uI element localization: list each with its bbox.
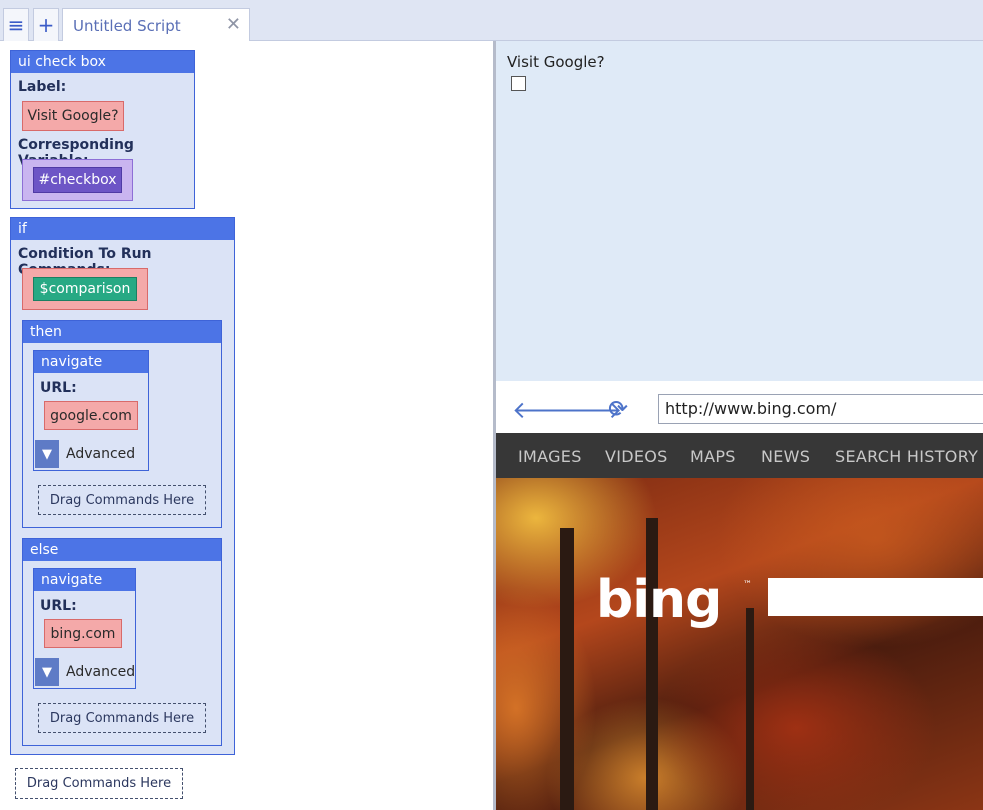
- block-header[interactable]: then: [23, 321, 221, 343]
- drop-zone[interactable]: Drag Commands Here: [38, 703, 206, 733]
- menu-button[interactable]: ≡: [3, 8, 29, 41]
- navigate-block[interactable]: navigate URL: bing.com ▼ Advanced: [33, 568, 136, 689]
- navigate-block[interactable]: navigate URL: google.com ▼ Advanced: [33, 350, 149, 471]
- label-value-field[interactable]: Visit Google?: [22, 101, 124, 131]
- bing-nav-maps[interactable]: MAPS: [690, 447, 736, 466]
- bing-logo: bing: [596, 570, 722, 630]
- url-caption: URL:: [40, 380, 77, 396]
- preview-checkbox[interactable]: [511, 76, 526, 91]
- bing-nav-bar: IMAGES VIDEOS MAPS NEWS SEARCH HISTORY: [496, 433, 983, 478]
- label-caption: Label:: [18, 79, 67, 95]
- else-block[interactable]: else navigate URL: bing.com ▼ Advanced D…: [22, 538, 222, 746]
- new-tab-button[interactable]: +: [33, 8, 59, 41]
- plus-icon: +: [37, 13, 55, 37]
- tab-title: Untitled Script: [73, 17, 181, 35]
- chevron-down-icon: ▼: [42, 446, 52, 462]
- arch-post: [646, 518, 658, 810]
- bing-background-image: bing ™: [496, 478, 983, 810]
- embedded-browser: 🡐 🡒 ⟳ http://www.bing.com/ IMAGES VIDEOS…: [496, 381, 983, 810]
- bing-nav-videos[interactable]: VIDEOS: [605, 447, 668, 466]
- block-header[interactable]: navigate: [34, 351, 148, 373]
- preview-checkbox-label: Visit Google?: [507, 53, 605, 71]
- url-value-field[interactable]: google.com: [44, 401, 138, 430]
- block-header[interactable]: else: [23, 539, 221, 561]
- advanced-label[interactable]: Advanced: [66, 664, 135, 680]
- bing-logo-tm: ™: [743, 580, 752, 590]
- refresh-icon[interactable]: ⟳: [608, 395, 628, 423]
- condition-slot[interactable]: $comparison: [22, 268, 148, 310]
- advanced-toggle[interactable]: ▼: [35, 658, 59, 686]
- variable-slot[interactable]: #checkbox: [22, 159, 133, 201]
- if-block[interactable]: if Condition To Run Commands: $compariso…: [10, 217, 235, 755]
- block-header[interactable]: navigate: [34, 569, 135, 591]
- bing-nav-images[interactable]: IMAGES: [518, 447, 582, 466]
- tab-untitled-script[interactable]: Untitled Script ✕: [62, 8, 250, 42]
- url-caption: URL:: [40, 598, 77, 614]
- drop-zone[interactable]: Drag Commands Here: [38, 485, 206, 515]
- root-drop-zone[interactable]: Drag Commands Here: [15, 768, 183, 799]
- tab-bar: ≡ + Untitled Script ✕: [0, 0, 983, 42]
- address-bar[interactable]: http://www.bing.com/: [658, 394, 983, 424]
- ui-check-box-block[interactable]: ui check box Label: Visit Google? Corres…: [10, 50, 195, 209]
- block-header[interactable]: if: [11, 218, 234, 240]
- bing-nav-search-history[interactable]: SEARCH HISTORY: [835, 447, 978, 466]
- hamburger-icon: ≡: [7, 13, 25, 37]
- block-header[interactable]: ui check box: [11, 51, 194, 73]
- variable-chip[interactable]: #checkbox: [33, 167, 122, 193]
- close-icon[interactable]: ✕: [226, 14, 241, 35]
- ui-preview: Visit Google?: [496, 41, 983, 381]
- url-value-field[interactable]: bing.com: [44, 619, 122, 648]
- bing-nav-news[interactable]: NEWS: [761, 447, 810, 466]
- script-editor: ui check box Label: Visit Google? Corres…: [0, 41, 494, 810]
- chevron-down-icon: ▼: [42, 664, 52, 680]
- comparison-chip[interactable]: $comparison: [33, 277, 137, 301]
- advanced-toggle[interactable]: ▼: [35, 440, 59, 468]
- then-block[interactable]: then navigate URL: google.com ▼ Advanced…: [22, 320, 222, 528]
- arch-post: [746, 608, 754, 810]
- advanced-label[interactable]: Advanced: [66, 446, 135, 462]
- bing-search-input[interactable]: [768, 578, 983, 616]
- arch-post: [560, 528, 574, 810]
